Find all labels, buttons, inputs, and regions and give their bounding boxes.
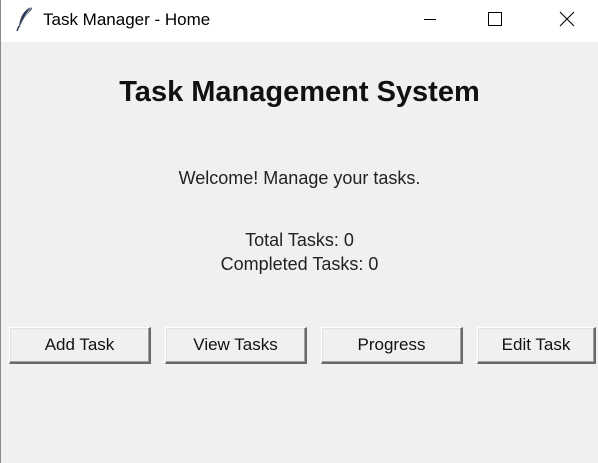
maximize-button[interactable] xyxy=(472,0,518,38)
minimize-icon xyxy=(423,12,437,26)
view-tasks-button[interactable]: View Tasks xyxy=(165,327,307,364)
add-task-button[interactable]: Add Task xyxy=(9,327,151,364)
title-bar[interactable]: Task Manager - Home xyxy=(1,0,598,42)
close-button[interactable] xyxy=(544,0,590,38)
maximize-icon xyxy=(488,12,502,26)
close-icon xyxy=(559,11,575,27)
edit-task-button[interactable]: Edit Task xyxy=(477,327,596,364)
page-title: Task Management System xyxy=(119,76,480,108)
window-title: Task Manager - Home xyxy=(43,10,211,29)
welcome-message: Welcome! Manage your tasks. xyxy=(178,168,421,188)
completed-tasks-label: Completed Tasks: 0 xyxy=(220,254,379,274)
feather-icon xyxy=(15,6,35,32)
home-content: Task Management System Welcome! Manage y… xyxy=(1,42,598,463)
minimize-button[interactable] xyxy=(407,0,453,38)
progress-button[interactable]: Progress xyxy=(321,327,463,364)
app-window: Task Manager - Home Task Management Syst… xyxy=(0,0,598,463)
total-tasks-label: Total Tasks: 0 xyxy=(245,230,354,250)
